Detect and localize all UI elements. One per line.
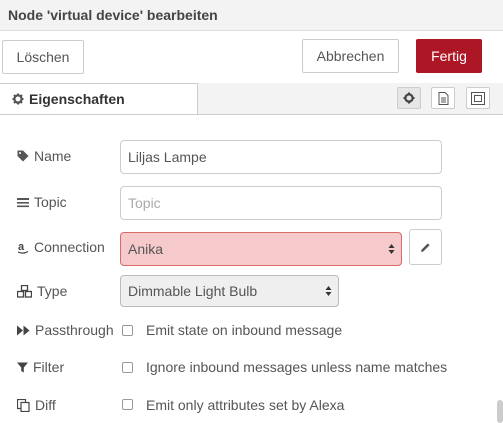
filter-checkbox[interactable] <box>122 362 133 373</box>
filter-checkbox-text: Ignore inbound messages unless name matc… <box>146 359 448 375</box>
tab-appearance-icon-button[interactable] <box>466 87 490 109</box>
cancel-button[interactable]: Abbrechen <box>302 39 399 73</box>
edit-connection-button[interactable] <box>409 229 442 265</box>
passthrough-label: Passthrough <box>17 322 114 338</box>
passthrough-checkbox-text: Emit state on inbound message <box>146 322 343 338</box>
cubes-icon <box>17 284 32 298</box>
topic-placeholder: Topic <box>128 195 161 211</box>
gear-icon <box>403 92 415 104</box>
gear-icon <box>12 93 24 105</box>
diff-label: Diff <box>17 397 56 413</box>
tab-description-icon-button[interactable] <box>431 87 455 109</box>
done-button[interactable]: Fertig <box>416 39 482 73</box>
select-arrows-icon <box>388 244 395 254</box>
document-icon <box>438 91 448 105</box>
amazon-icon: a <box>17 241 29 254</box>
fast-forward-icon <box>17 325 30 335</box>
connection-select[interactable]: Anika <box>120 232 402 266</box>
filter-icon <box>17 362 28 372</box>
tab-properties[interactable]: Eigenschaften <box>0 83 198 114</box>
tab-settings-icon-button[interactable] <box>397 87 421 109</box>
topic-label: Topic <box>17 194 67 210</box>
copy-icon <box>17 398 30 412</box>
connection-label: a Connection <box>17 239 105 255</box>
dialog-toolbar: Löschen Abbrechen Fertig <box>0 31 503 83</box>
name-label: Name <box>17 148 71 164</box>
tag-icon <box>17 150 29 162</box>
name-input[interactable]: Liljas Lampe <box>120 140 442 174</box>
topic-input[interactable]: Topic <box>120 186 442 220</box>
scrollbar-thumb[interactable] <box>497 400 503 423</box>
tab-bar: Eigenschaften <box>0 83 503 115</box>
select-arrows-icon <box>325 286 332 296</box>
dialog-titlebar: Node 'virtual device' bearbeiten <box>0 0 503 31</box>
passthrough-checkbox[interactable] <box>122 325 133 336</box>
tab-properties-label: Eigenschaften <box>29 91 125 107</box>
type-label: Type <box>17 283 67 299</box>
pencil-icon <box>421 242 430 252</box>
filter-label: Filter <box>17 359 64 375</box>
diff-checkbox-text: Emit only attributes set by Alexa <box>146 397 345 413</box>
svg-text:a: a <box>18 241 25 253</box>
diff-checkbox[interactable] <box>122 399 133 410</box>
frame-icon <box>471 91 485 105</box>
type-select[interactable]: Dimmable Light Bulb <box>120 275 339 307</box>
dialog-title: Node 'virtual device' bearbeiten <box>8 7 218 23</box>
delete-button[interactable]: Löschen <box>2 40 84 74</box>
list-icon <box>17 197 29 207</box>
